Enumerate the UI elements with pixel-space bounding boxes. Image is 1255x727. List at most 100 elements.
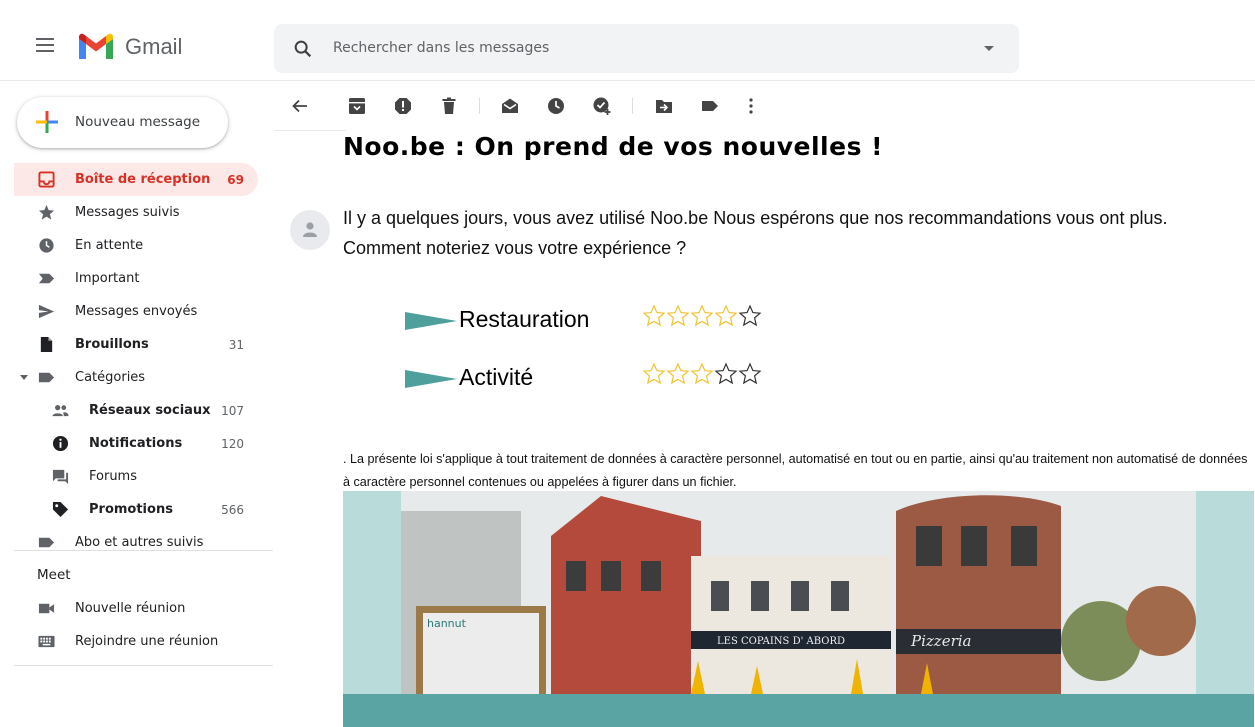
compose-plus-icon	[36, 111, 58, 133]
promotions-count: 566	[221, 503, 244, 517]
sidebar-item-label: Boîte de réception	[75, 172, 211, 187]
sidebar-item-social[interactable]: Réseaux sociaux 107	[14, 394, 258, 427]
legal-notice: . La présente loi s'applique à tout trai…	[343, 452, 1248, 489]
label-icon	[38, 372, 55, 383]
add-task-icon[interactable]	[592, 96, 612, 116]
sidebar-item-inbox[interactable]: Boîte de réception 69	[14, 163, 258, 196]
toolbar-separator	[632, 98, 633, 114]
sidebar-item-categories[interactable]: Catégories	[14, 361, 258, 394]
toolbar-divider	[274, 130, 346, 131]
meet-new-meeting[interactable]: Nouvelle réunion	[14, 592, 258, 625]
star-rating[interactable]	[642, 362, 762, 386]
sidebar-item-label: Réseaux sociaux	[89, 403, 211, 418]
rating-label: Restauration	[459, 306, 590, 332]
people-icon	[52, 405, 69, 417]
meet-section-title: Meet	[37, 567, 71, 583]
video-icon	[38, 603, 55, 614]
star-empty-icon[interactable]	[714, 362, 738, 386]
app-name: Gmail	[125, 34, 183, 59]
sidebar-item-label: Important	[75, 271, 140, 286]
sidebar-item-starred[interactable]: Messages suivis	[14, 196, 258, 229]
search-bar[interactable]: Rechercher dans les messages	[274, 24, 1019, 73]
keyboard-icon	[38, 635, 55, 648]
sidebar-item-drafts[interactable]: Brouillons 31	[14, 328, 258, 361]
info-icon	[52, 435, 69, 452]
draft-icon	[40, 336, 53, 353]
sidebar-item-subscriptions[interactable]: Abo et autres suivis	[14, 526, 258, 559]
more-options-icon[interactable]	[741, 96, 761, 116]
expand-caret-icon[interactable]	[20, 375, 28, 380]
snooze-clock-icon[interactable]	[546, 96, 566, 116]
star-filled-icon[interactable]	[642, 304, 666, 328]
sidebar-item-sent[interactable]: Messages envoyés	[14, 295, 258, 328]
town-square-photo: LES COPAINS D' ABORD Pizzeria hannut	[401, 491, 1196, 694]
meet-item-label: Nouvelle réunion	[75, 601, 186, 616]
star-empty-icon[interactable]	[738, 304, 762, 328]
meet-item-label: Rejoindre une réunion	[75, 634, 219, 649]
star-filled-icon[interactable]	[642, 362, 666, 386]
header-divider	[0, 80, 1255, 81]
compose-button[interactable]: Nouveau message	[17, 97, 228, 148]
sidebar-divider	[14, 665, 273, 666]
arrow-marker-icon	[405, 312, 457, 330]
search-icon[interactable]	[292, 38, 314, 60]
message-intro: Il y a quelques jours, vous avez utilisé…	[343, 208, 1168, 258]
archive-icon[interactable]	[347, 96, 367, 116]
star-rating[interactable]	[642, 304, 762, 328]
sidebar-item-label: Brouillons	[75, 337, 149, 352]
gmail-m-icon	[79, 33, 113, 59]
label-tag-icon[interactable]	[700, 96, 720, 116]
move-to-icon[interactable]	[654, 96, 674, 116]
important-icon	[38, 273, 55, 284]
banner-footer-band	[343, 694, 1254, 727]
main-menu-button[interactable]	[36, 38, 56, 54]
forum-icon	[52, 469, 69, 485]
notifications-count: 120	[221, 437, 244, 451]
clock-icon	[39, 238, 54, 253]
sidebar-item-label: Messages envoyés	[75, 304, 198, 319]
star-icon	[38, 204, 55, 220]
unread-count: 69	[227, 173, 244, 187]
gmail-logo[interactable]: Gmail	[77, 33, 182, 61]
star-filled-icon[interactable]	[666, 304, 690, 328]
sidebar-nav: Boîte de réception 69 Messages suivis En…	[14, 163, 258, 559]
sidebar-item-forums[interactable]: Forums	[14, 460, 258, 493]
sidebar-item-promotions[interactable]: Promotions 566	[14, 493, 258, 526]
search-options-caret-icon[interactable]	[984, 46, 994, 51]
sidebar-item-notifications[interactable]: Notifications 120	[14, 427, 258, 460]
email-banner: LES COPAINS D' ABORD Pizzeria hannut	[343, 491, 1254, 727]
avatar-person-icon	[303, 222, 317, 237]
sidebar-divider	[14, 550, 273, 551]
star-filled-icon[interactable]	[714, 304, 738, 328]
compose-label: Nouveau message	[75, 114, 201, 130]
back-arrow-icon[interactable]	[290, 96, 310, 116]
star-filled-icon[interactable]	[666, 362, 690, 386]
billboard-hannut: hannut	[427, 617, 467, 630]
trash-icon[interactable]	[439, 96, 459, 116]
message-subject: Noo.be : On prend de vos nouvelles !	[343, 132, 884, 161]
star-filled-icon[interactable]	[690, 362, 714, 386]
search-input[interactable]: Rechercher dans les messages	[333, 40, 549, 56]
social-count: 107	[221, 404, 244, 418]
inbox-icon	[38, 171, 55, 188]
send-icon	[38, 304, 55, 319]
report-spam-icon[interactable]	[393, 96, 413, 116]
sidebar-item-label: Messages suivis	[75, 205, 180, 220]
star-filled-icon[interactable]	[690, 304, 714, 328]
sidebar-item-snoozed[interactable]: En attente	[14, 229, 258, 262]
mark-unread-icon[interactable]	[500, 96, 520, 116]
sidebar-item-label: Catégories	[75, 370, 146, 385]
tag-icon	[52, 501, 69, 518]
draft-count: 31	[228, 338, 244, 352]
meet-join-meeting[interactable]: Rejoindre une réunion	[14, 625, 258, 658]
sidebar-item-label: En attente	[75, 238, 144, 253]
sidebar-item-important[interactable]: Important	[14, 262, 258, 295]
shop-sign-copains: LES COPAINS D' ABORD	[717, 636, 845, 647]
star-empty-icon[interactable]	[738, 362, 762, 386]
sidebar-item-label: Promotions	[89, 502, 173, 517]
shop-sign-pizzeria: Pizzeria	[910, 632, 971, 650]
sender-avatar[interactable]	[290, 210, 330, 250]
arrow-marker-icon	[405, 370, 457, 388]
sidebar-item-label: Forums	[89, 469, 137, 484]
sidebar-item-label: Abo et autres suivis	[75, 535, 204, 550]
